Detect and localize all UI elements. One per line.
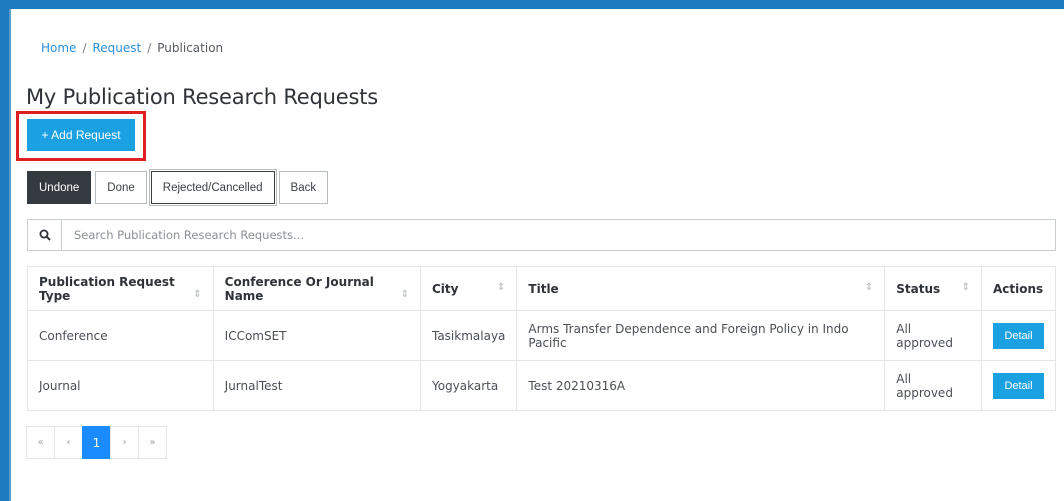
column-header-label: City	[431, 281, 459, 296]
page-prev-button[interactable]: ‹	[54, 426, 83, 459]
window-frame-left-inner	[9, 9, 11, 501]
detail-button[interactable]: Detail	[993, 322, 1044, 349]
cell-title: Test 20210316A	[516, 360, 886, 411]
cell-type: Conference	[27, 310, 214, 361]
cell-actions: Detail	[981, 360, 1056, 411]
breadcrumb-separator: /	[147, 41, 152, 55]
page-1-button[interactable]: 1	[82, 426, 111, 459]
status-filter-group: Undone Done Rejected/Cancelled Back	[27, 169, 329, 206]
breadcrumb-request[interactable]: Request	[92, 41, 141, 55]
breadcrumb-separator: /	[82, 41, 87, 55]
filter-done-button[interactable]: Done	[95, 171, 147, 204]
window-frame-left	[0, 0, 9, 501]
cell-city: Tasikmalaya	[419, 310, 518, 361]
page-first-button[interactable]: «	[26, 426, 55, 459]
filter-rejected-cancelled-button[interactable]: Rejected/Cancelled	[148, 169, 277, 206]
sort-icon[interactable]: ⇕	[193, 289, 201, 300]
cell-city: Yogyakarta	[419, 360, 518, 411]
table-header-row: Publication Request Type ⇕ Conference Or …	[27, 266, 1056, 311]
column-header-label: Conference Or Journal Name	[224, 274, 374, 303]
column-header-label: Status	[896, 281, 941, 296]
sort-icon[interactable]: ⇕	[401, 289, 409, 300]
cell-type: Journal	[27, 360, 214, 411]
cell-title: Arms Transfer Dependence and Foreign Pol…	[516, 310, 886, 361]
cell-status: All approved	[884, 310, 982, 361]
cell-status: All approved	[884, 360, 982, 411]
column-header-actions: Actions	[981, 266, 1056, 311]
detail-button[interactable]: Detail	[993, 372, 1044, 399]
column-header-city[interactable]: City ⇕	[419, 266, 518, 311]
filter-undone-button[interactable]: Undone	[27, 171, 92, 204]
page-last-button[interactable]: »	[138, 426, 167, 459]
page-next-button[interactable]: ›	[110, 426, 139, 459]
page-title: My Publication Research Requests	[26, 85, 378, 109]
column-header-label: Publication Request Type	[39, 274, 175, 303]
breadcrumb-current: Publication	[157, 41, 224, 55]
cell-name: JurnalTest	[212, 360, 421, 411]
cell-name: ICComSET	[212, 310, 421, 361]
search-input[interactable]	[62, 220, 1055, 250]
search-bar	[27, 219, 1056, 251]
column-header-name[interactable]: Conference Or Journal Name ⇕	[212, 266, 421, 311]
back-button[interactable]: Back	[278, 171, 329, 204]
add-request-button[interactable]: + Add Request	[27, 119, 135, 151]
pagination: « ‹ 1 › »	[26, 426, 167, 459]
table-row: Journal JurnalTest Yogyakarta Test 20210…	[27, 360, 1056, 411]
sort-icon[interactable]: ⇕	[497, 282, 505, 293]
breadcrumb: Home / Request / Publication	[41, 41, 223, 55]
column-header-status[interactable]: Status ⇕	[884, 266, 982, 311]
sort-icon[interactable]: ⇕	[865, 282, 873, 293]
column-header-title[interactable]: Title ⇕	[516, 266, 886, 311]
cell-actions: Detail	[981, 310, 1056, 361]
search-icon[interactable]	[28, 220, 62, 250]
breadcrumb-home[interactable]: Home	[41, 41, 76, 55]
window-frame-top	[0, 0, 1064, 9]
column-header-type[interactable]: Publication Request Type ⇕	[27, 266, 214, 311]
column-header-label: Title	[528, 281, 559, 296]
requests-table: Publication Request Type ⇕ Conference Or …	[27, 266, 1056, 411]
sort-icon[interactable]: ⇕	[962, 282, 970, 293]
table-row: Conference ICComSET Tasikmalaya Arms Tra…	[27, 310, 1056, 361]
